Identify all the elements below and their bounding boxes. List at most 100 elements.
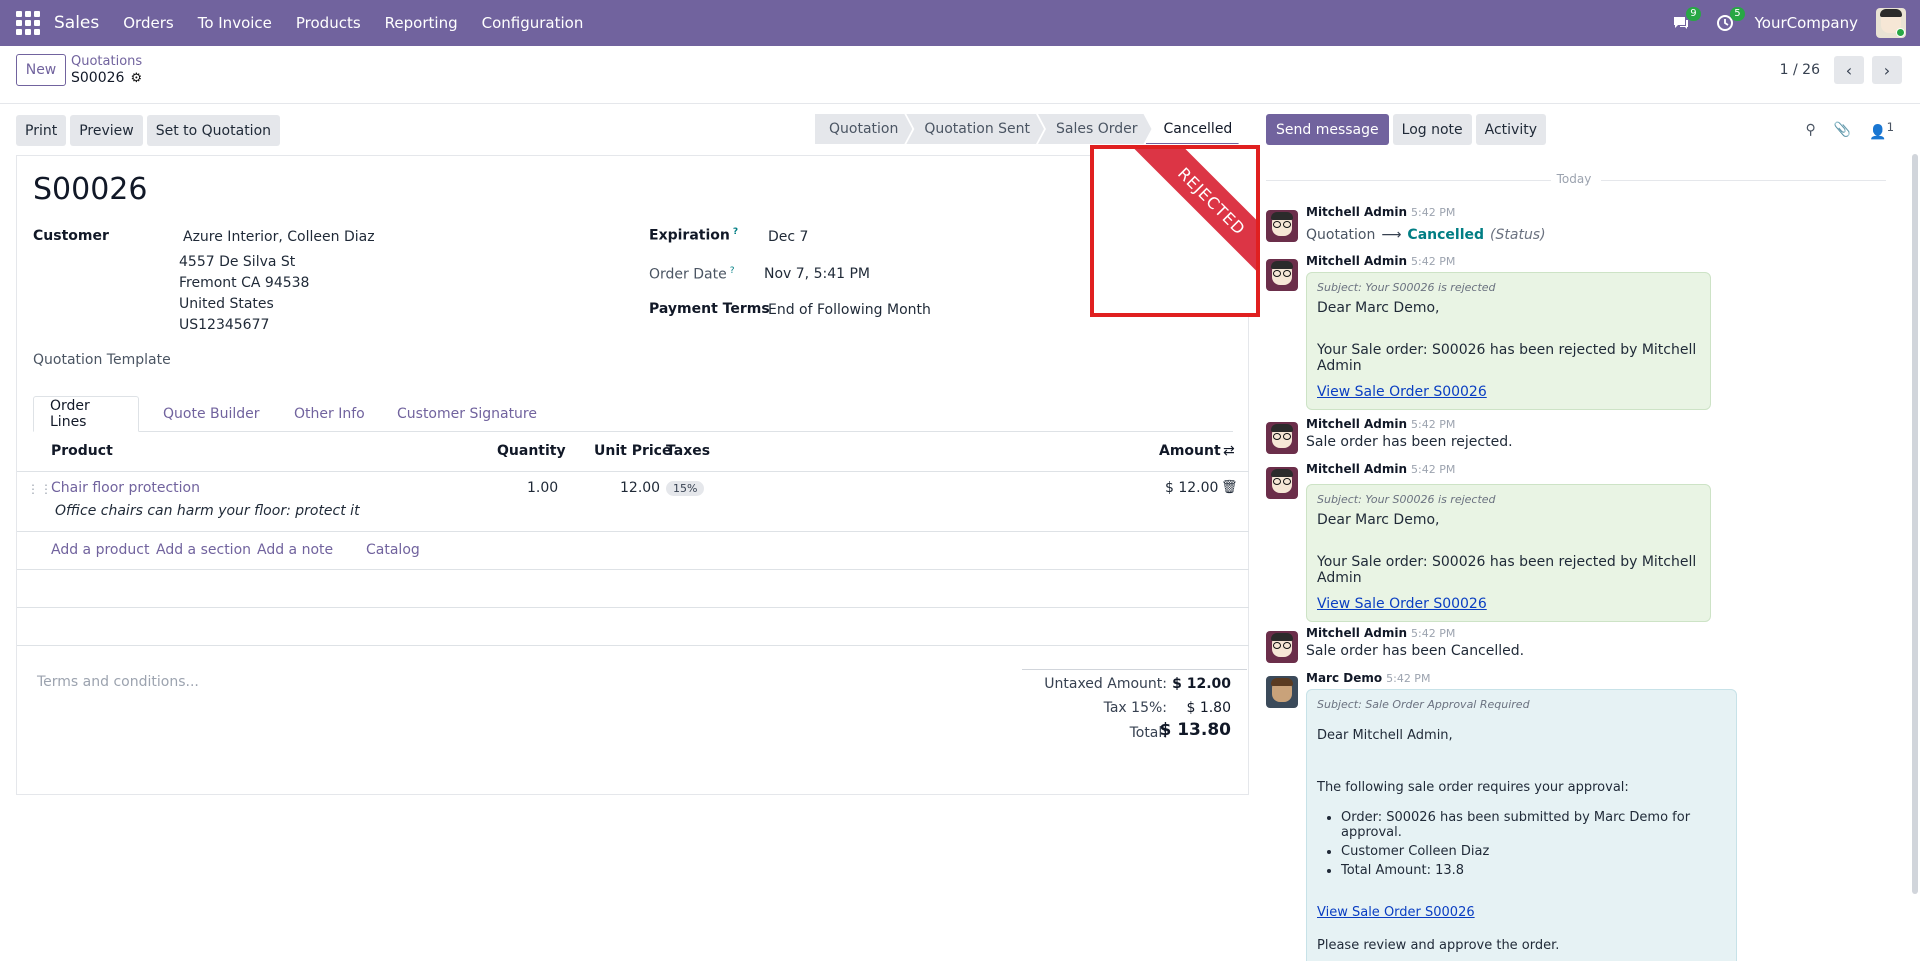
address-line-1: 4557 De Silva St <box>179 254 296 270</box>
message-subject: Subject: Your S00026 is rejected <box>1317 281 1496 294</box>
author-name[interactable]: Mitchell Admin <box>1306 417 1407 431</box>
menu-configuration[interactable]: Configuration <box>482 14 584 32</box>
message-time: 5:42 PM <box>1411 627 1456 640</box>
author-name[interactable]: Mitchell Admin <box>1306 254 1407 268</box>
message-time: 5:42 PM <box>1411 418 1456 431</box>
address-line-2: Fremont CA 94538 <box>179 275 310 291</box>
message-time: 5:42 PM <box>1386 672 1431 685</box>
app-name[interactable]: Sales <box>54 13 99 33</box>
col-product[interactable]: Product <box>51 443 113 459</box>
add-section-link[interactable]: Add a section <box>156 542 251 558</box>
author-name[interactable]: Mitchell Admin <box>1306 626 1407 640</box>
expiration-field[interactable]: Dec 7 <box>768 229 808 245</box>
pager-value[interactable]: 1 / 26 <box>1780 62 1820 78</box>
menu-orders[interactable]: Orders <box>123 14 173 32</box>
add-note-link[interactable]: Add a note <box>257 542 333 558</box>
drag-handle-icon[interactable]: ⋮⋮ <box>27 483 53 495</box>
app-grid-icon[interactable] <box>16 11 40 35</box>
view-order-link[interactable]: View Sale Order S00026 <box>1317 596 1487 612</box>
activity-button[interactable]: Activity <box>1475 114 1546 145</box>
preview-button[interactable]: Preview <box>70 115 143 146</box>
chatter-scrollbar[interactable] <box>1912 154 1918 894</box>
tax-label: Tax 15%: <box>1103 700 1167 716</box>
line-unit-price[interactable]: 12.00 <box>620 480 660 496</box>
avatar[interactable] <box>1266 210 1298 242</box>
help-icon[interactable]: ? <box>733 227 738 237</box>
user-avatar[interactable] <box>1876 8 1906 38</box>
tab-quote-builder[interactable]: Quote Builder <box>147 396 276 432</box>
expiration-label: Expiration? <box>649 227 738 244</box>
date-separator: Today <box>1262 172 1886 186</box>
menu-to-invoice[interactable]: To Invoice <box>198 14 272 32</box>
terms-input[interactable]: Terms and conditions... <box>37 674 199 690</box>
set-to-quotation-button[interactable]: Set to Quotation <box>146 115 281 146</box>
line-quantity[interactable]: 1.00 <box>527 480 558 496</box>
activity-clock-icon[interactable]: 5 <box>1711 7 1745 37</box>
column-settings-icon[interactable]: ⇄ <box>1223 443 1235 459</box>
search-icon[interactable]: ⚲ <box>1805 122 1815 138</box>
status-stages: Quotation Quotation Sent Sales Order Can… <box>815 114 1240 144</box>
pager-next-button[interactable]: › <box>1872 56 1902 84</box>
author-name[interactable]: Marc Demo <box>1306 671 1382 685</box>
gear-icon[interactable]: ⚙ <box>130 71 142 86</box>
message-body: Your Sale order: S00026 has been rejecte… <box>1317 342 1697 374</box>
col-taxes[interactable]: Taxes <box>666 443 710 459</box>
help-icon[interactable]: ? <box>730 266 735 276</box>
table-row[interactable]: ⋮⋮ Chair floor protection Office chairs … <box>17 472 1249 532</box>
log-note-button[interactable]: Log note <box>1392 114 1472 145</box>
author-name[interactable]: Mitchell Admin <box>1306 205 1407 219</box>
chatter-panel: Send message Log note Activity ⚲ 📎 👤1 To… <box>1262 104 1920 961</box>
address-line-3: United States <box>179 296 274 312</box>
new-button[interactable]: New <box>16 54 66 86</box>
view-order-link[interactable]: View Sale Order S00026 <box>1317 384 1487 400</box>
col-unit-price[interactable]: Unit Price <box>594 443 671 459</box>
stage-cancelled[interactable]: Cancelled <box>1146 114 1247 144</box>
message-time: 5:42 PM <box>1411 206 1456 219</box>
breadcrumb-current: S00026 ⚙ <box>71 70 142 86</box>
trash-icon[interactable]: 🗑 <box>1221 480 1238 495</box>
view-order-link[interactable]: View Sale Order S00026 <box>1317 905 1475 920</box>
empty-row <box>17 608 1249 646</box>
col-quantity[interactable]: Quantity <box>497 443 566 459</box>
payment-terms-field[interactable]: End of Following Month <box>768 302 931 318</box>
stage-quotation[interactable]: Quotation <box>815 114 912 144</box>
company-switcher[interactable]: YourCompany <box>1755 14 1858 32</box>
address-line-4: US12345677 <box>179 317 270 333</box>
breadcrumb-quotations[interactable]: Quotations <box>71 54 142 69</box>
messaging-icon[interactable]: 9 <box>1667 7 1701 37</box>
messages-count-badge: 9 <box>1686 7 1701 21</box>
col-amount[interactable]: Amount <box>1159 443 1221 459</box>
add-product-link[interactable]: Add a product <box>51 542 149 558</box>
menu-reporting[interactable]: Reporting <box>385 14 458 32</box>
catalog-link[interactable]: Catalog <box>366 542 420 558</box>
avatar[interactable] <box>1266 467 1298 499</box>
activities-count-badge: 5 <box>1730 7 1745 21</box>
new-status: Cancelled <box>1407 227 1485 243</box>
followers-icon[interactable]: 👤1 <box>1869 120 1894 141</box>
send-message-button[interactable]: Send message <box>1266 114 1389 145</box>
avatar[interactable] <box>1266 259 1298 291</box>
avatar[interactable] <box>1266 676 1298 708</box>
tab-order-lines[interactable]: Order Lines <box>33 396 139 432</box>
stage-quotation-sent[interactable]: Quotation Sent <box>906 114 1044 144</box>
tab-customer-signature[interactable]: Customer Signature <box>381 396 553 432</box>
author-name[interactable]: Mitchell Admin <box>1306 462 1407 476</box>
list-item: Customer Colleen Diaz <box>1341 844 1736 859</box>
customer-field[interactable]: Azure Interior, Colleen Diaz <box>183 229 375 245</box>
tax-badge[interactable]: 15% <box>666 481 705 496</box>
message-greeting: Dear Marc Demo, <box>1317 300 1440 316</box>
product-name[interactable]: Chair floor protection <box>51 480 200 496</box>
menu-products[interactable]: Products <box>296 14 361 32</box>
paperclip-icon[interactable]: 📎 <box>1834 122 1851 138</box>
pager-previous-button[interactable]: ‹ <box>1834 56 1864 84</box>
print-button[interactable]: Print <box>16 115 67 146</box>
order-date-field[interactable]: Nov 7, 5:41 PM <box>764 266 870 282</box>
avatar[interactable] <box>1266 422 1298 454</box>
message-body: Your Sale order: S00026 has been rejecte… <box>1317 554 1697 586</box>
stage-sales-order[interactable]: Sales Order <box>1038 114 1152 144</box>
list-item: Order: S00026 has been submitted by Marc… <box>1341 810 1736 840</box>
quotation-template-label: Quotation Template <box>33 352 171 368</box>
payment-terms-label: Payment Terms <box>649 301 770 317</box>
avatar[interactable] <box>1266 631 1298 663</box>
tab-other-info[interactable]: Other Info <box>278 396 381 432</box>
